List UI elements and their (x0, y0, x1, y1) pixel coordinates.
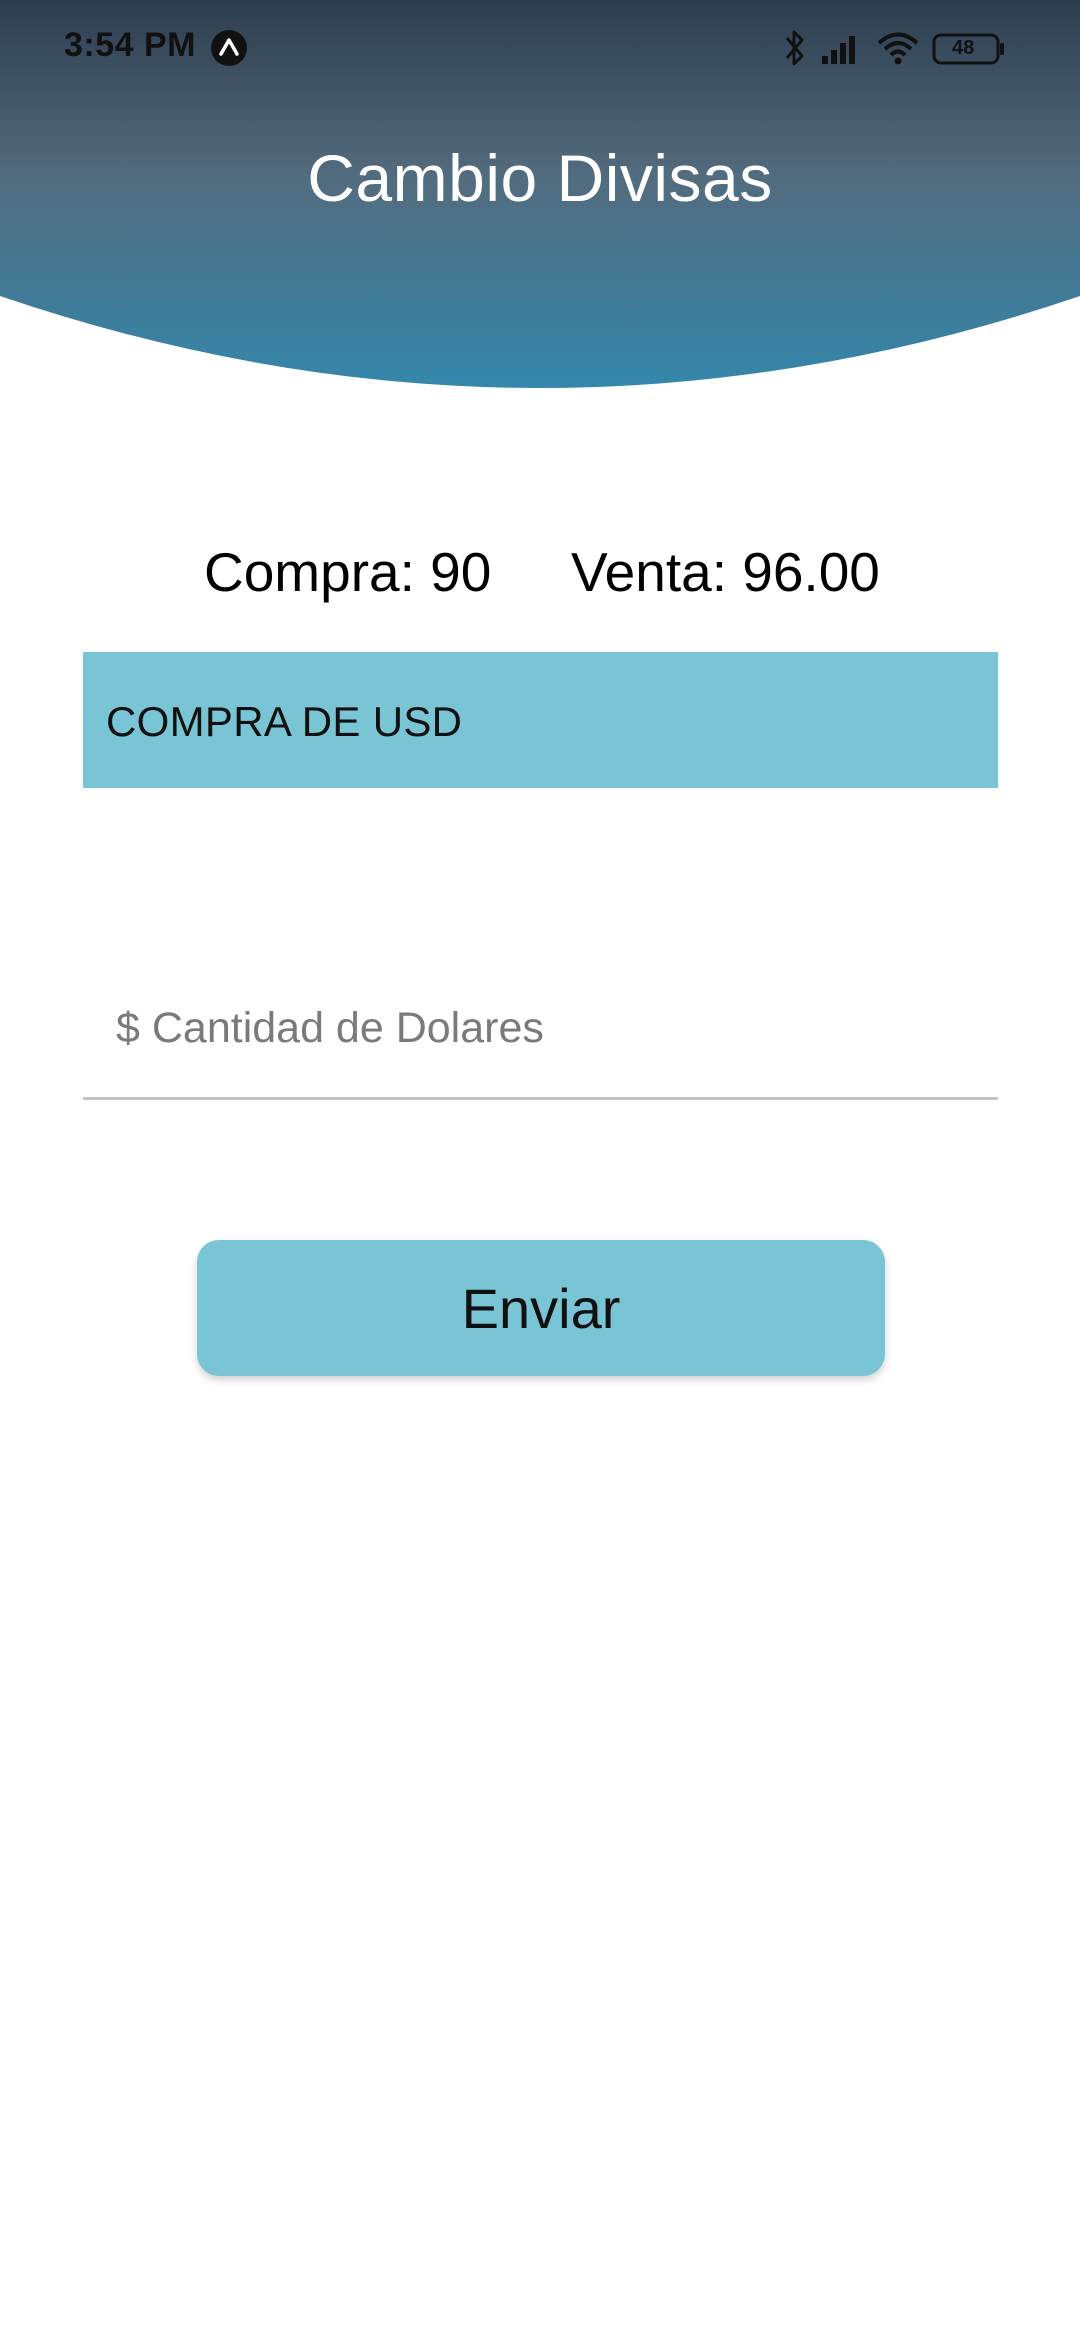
bluetooth-icon (785, 30, 804, 66)
cellular-signal-icon (822, 36, 855, 64)
wifi-icon (877, 32, 919, 65)
buy-rate: Compra: 90 (204, 541, 492, 603)
send-button[interactable]: Enviar (197, 1240, 885, 1376)
sell-rate: Venta: 96.00 (571, 541, 880, 603)
page-title: Cambio Divisas (307, 141, 773, 215)
status-icons: 48 (782, 26, 1022, 70)
status-time: 3:54 PM (64, 26, 196, 64)
usd-amount-input[interactable] (83, 960, 998, 1100)
app-notification-icon (210, 29, 248, 67)
operation-picker[interactable]: COMPRA DE USD (83, 652, 998, 788)
operation-picker-label: COMPRA DE USD (106, 698, 463, 745)
status-bar: 3:54 PM 48 (0, 0, 1080, 96)
exchange-rates: Compra: 90 Venta: 96.00 (0, 540, 1080, 610)
header: 3:54 PM 48 Cambio Divisas (0, 0, 1080, 390)
battery-level: 48 (952, 37, 975, 59)
